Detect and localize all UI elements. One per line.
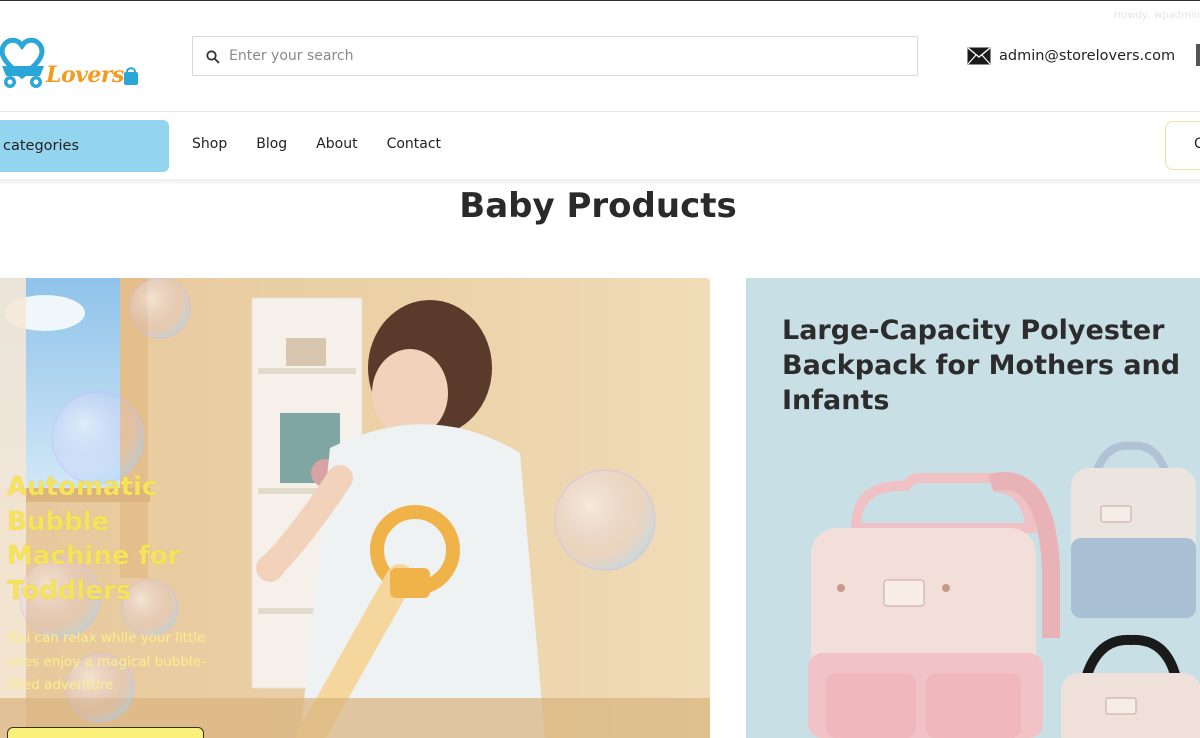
nav-link-about[interactable]: About <box>316 136 357 152</box>
mail-icon <box>967 47 991 65</box>
categories-label: categories <box>3 138 80 154</box>
search-bar[interactable] <box>192 36 918 76</box>
main-nav: Shop Blog About Contact <box>192 136 470 152</box>
product-card-description: You can relax while your little ones enj… <box>7 630 206 693</box>
nav-right-button[interactable]: C <box>1165 121 1200 170</box>
section-title: Baby Products <box>459 186 737 226</box>
product-card-title[interactable]: Automatic Bubble Machine for Toddlers <box>7 470 207 608</box>
search-input[interactable] <box>229 37 899 75</box>
nav-link-blog[interactable]: Blog <box>256 136 287 152</box>
contact-email[interactable]: admin@storelovers.com <box>967 44 1175 68</box>
nav-shadow <box>0 179 1200 185</box>
site-logo[interactable]: Lovers <box>0 36 150 92</box>
nav-link-contact[interactable]: Contact <box>387 136 441 152</box>
categories-button[interactable]: categories <box>0 120 169 172</box>
product-card-title[interactable]: Large-Capacity Polyester Backpack for Mo… <box>782 313 1182 418</box>
nav-link-shop[interactable]: Shop <box>192 136 227 152</box>
product-card-button[interactable] <box>7 727 204 738</box>
search-icon <box>206 50 220 64</box>
top-border <box>0 0 1200 1</box>
email-text: admin@storelovers.com <box>999 48 1176 64</box>
logo-text: Lovers <box>46 62 124 88</box>
header-divider <box>0 111 1200 112</box>
admin-greeting[interactable]: Howdy, wpadmin <box>1114 10 1200 21</box>
nav-right-button-label: C <box>1194 136 1200 152</box>
product-card-backpack[interactable]: Large-Capacity Polyester Backpack for Mo… <box>746 278 1200 738</box>
header-icon-cut[interactable] <box>1196 44 1200 66</box>
